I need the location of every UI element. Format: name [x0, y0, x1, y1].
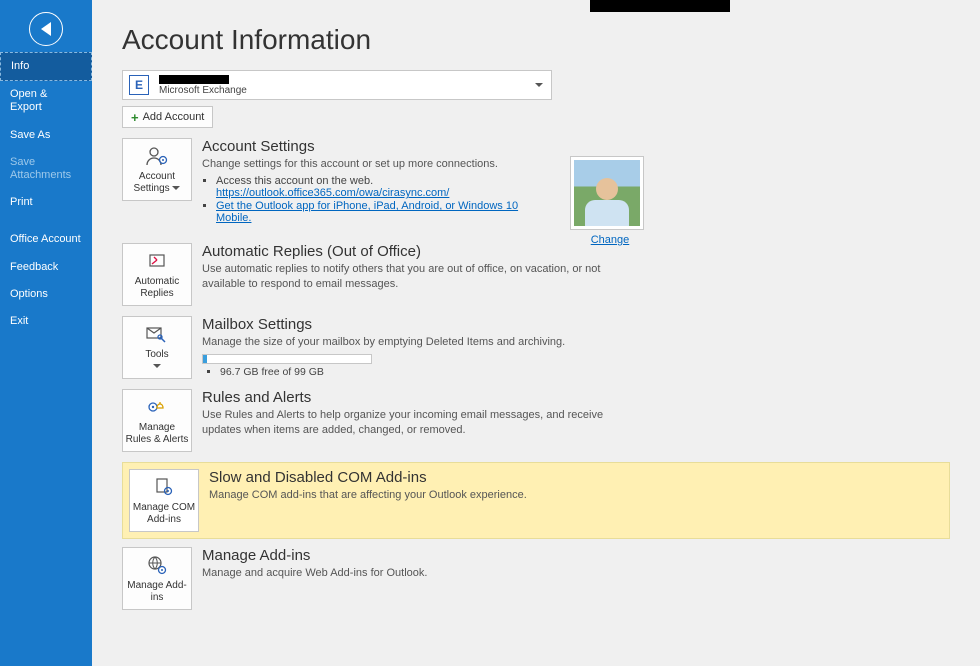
plus-icon: +	[131, 110, 139, 125]
section-title: Rules and Alerts	[202, 389, 632, 406]
redacted-title	[590, 0, 730, 12]
section-title: Account Settings	[202, 138, 552, 155]
reply-arrow-icon	[147, 250, 167, 272]
exchange-icon: E	[129, 75, 149, 95]
sidebar-item-feedback[interactable]: Feedback	[0, 254, 92, 281]
owa-link[interactable]: https://outlook.office365.com/owa/cirasy…	[216, 187, 449, 199]
main-content: Account Information E Microsoft Exchange…	[92, 0, 980, 666]
account-name-redacted	[159, 75, 229, 84]
sidebar-item-save-as[interactable]: Save As	[0, 122, 92, 149]
sidebar-item-office-account[interactable]: Office Account	[0, 226, 92, 253]
account-settings-card[interactable]: Account Settings	[122, 138, 192, 201]
rules-alerts-card[interactable]: Manage Rules & Alerts	[122, 389, 192, 452]
storage-text: 96.7 GB free of 99 GB	[220, 366, 632, 378]
sidebar-label: Print	[10, 196, 33, 208]
section-desc: Use Rules and Alerts to help organize yo…	[202, 408, 632, 437]
mobile-app-link[interactable]: Get the Outlook app for iPhone, iPad, An…	[216, 200, 518, 224]
storage-bar	[202, 354, 372, 364]
automatic-replies-card[interactable]: Automatic Replies	[122, 243, 192, 306]
sidebar-label: Office Account	[10, 233, 81, 245]
card-label: Tools	[145, 349, 168, 360]
back-button[interactable]	[0, 0, 92, 52]
sidebar-label: Options	[10, 288, 48, 300]
card-label: Manage Rules & Alerts	[125, 422, 189, 445]
card-label: Manage COM Add-ins	[132, 502, 196, 525]
sidebar-item-print[interactable]: Print	[0, 189, 92, 216]
back-arrow-icon	[29, 12, 63, 46]
page-title: Account Information	[122, 24, 950, 56]
envelope-wrench-icon	[146, 323, 168, 345]
chevron-down-icon	[535, 83, 543, 87]
sidebar-item-open-export[interactable]: Open & Export	[0, 81, 92, 121]
account-type: Microsoft Exchange	[159, 86, 247, 96]
gear-bell-icon	[146, 396, 168, 418]
globe-gear-icon	[147, 554, 167, 576]
bullet-text: Access this account on the web.	[216, 175, 373, 187]
com-addins-card[interactable]: Manage COM Add-ins	[129, 469, 199, 532]
section-desc: Manage the size of your mailbox by empty…	[202, 335, 632, 349]
sidebar-label: Info	[11, 60, 29, 72]
sidebar-item-options[interactable]: Options	[0, 281, 92, 308]
sidebar-label: Save Attachments	[10, 156, 71, 181]
add-account-button[interactable]: + Add Account	[122, 106, 213, 128]
card-label: Manage Add-ins	[125, 580, 189, 603]
section-title: Manage Add-ins	[202, 547, 632, 564]
sidebar-label: Save As	[10, 129, 50, 141]
card-label: Automatic Replies	[125, 276, 189, 299]
card-label: Account Settings	[134, 171, 176, 194]
manage-addins-card[interactable]: Manage Add-ins	[122, 547, 192, 610]
chevron-down-icon	[153, 364, 161, 368]
section-desc: Manage and acquire Web Add-ins for Outlo…	[202, 566, 632, 580]
sidebar-item-save-attachments: Save Attachments	[0, 149, 92, 189]
sidebar-label: Exit	[10, 315, 28, 327]
backstage-sidebar: Info Open & Export Save As Save Attachme…	[0, 0, 92, 666]
sidebar-item-exit[interactable]: Exit	[0, 308, 92, 335]
section-title: Automatic Replies (Out of Office)	[202, 243, 632, 260]
add-account-label: Add Account	[143, 111, 205, 123]
sidebar-item-info[interactable]: Info	[0, 52, 92, 81]
sidebar-label: Feedback	[10, 261, 58, 273]
tools-card[interactable]: Tools	[122, 316, 192, 379]
person-gear-icon	[146, 145, 168, 167]
document-gear-icon	[154, 476, 174, 498]
section-title: Slow and Disabled COM Add-ins	[209, 469, 639, 486]
account-dropdown[interactable]: E Microsoft Exchange	[122, 70, 552, 100]
section-desc: Manage COM add-ins that are affecting yo…	[209, 488, 639, 502]
section-desc: Use automatic replies to notify others t…	[202, 262, 632, 291]
section-title: Mailbox Settings	[202, 316, 632, 333]
sidebar-label: Open & Export	[10, 88, 47, 113]
chevron-down-icon	[172, 186, 180, 190]
section-desc: Change settings for this account or set …	[202, 157, 552, 171]
